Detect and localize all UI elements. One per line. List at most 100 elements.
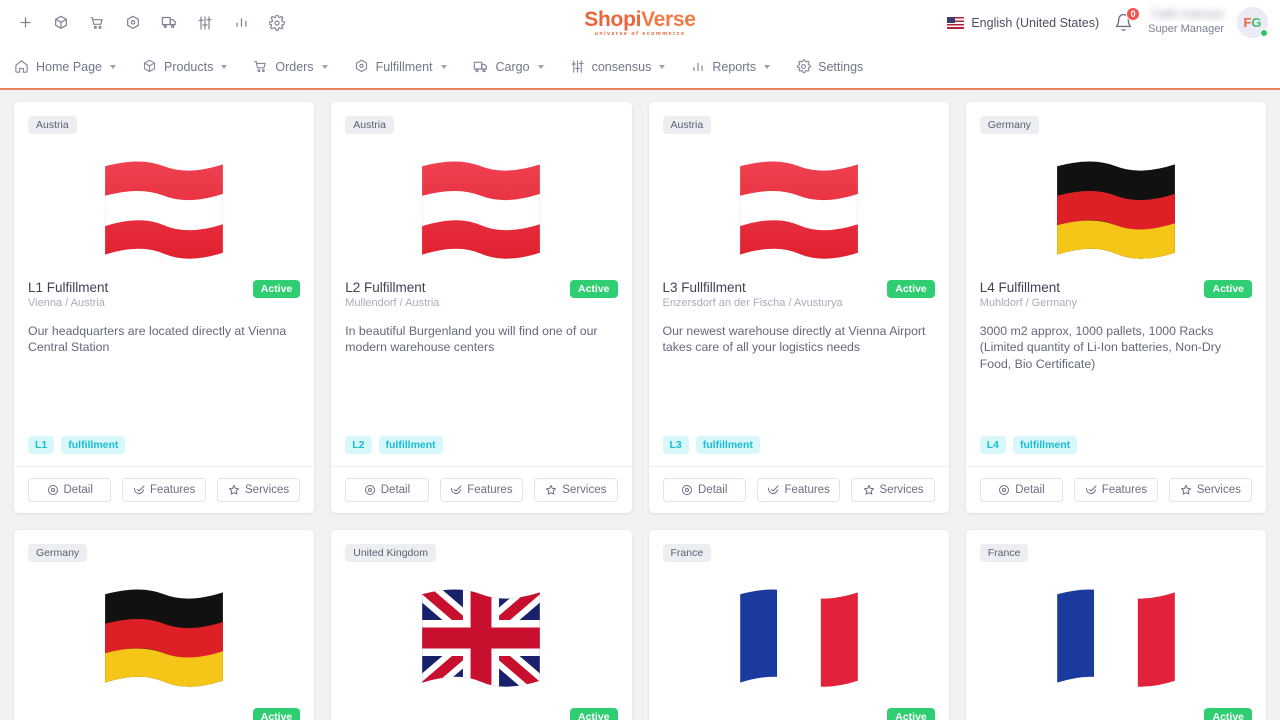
- logo-text-part1: Shopi: [584, 7, 642, 31]
- card-tag[interactable]: fulfillment: [695, 436, 760, 454]
- card-actions: Detail Features Services: [331, 466, 632, 513]
- detail-button[interactable]: Detail: [345, 478, 429, 502]
- card-tag[interactable]: fulfillment: [1013, 436, 1078, 454]
- nav-item-cargo[interactable]: Cargo: [473, 59, 544, 75]
- card-tag[interactable]: L4: [979, 436, 1007, 454]
- features-icon: [133, 484, 145, 496]
- card-header: Austria: [649, 102, 949, 280]
- card-title-row: L3 Fullfillment Enzersdorf an der Fischa …: [663, 280, 935, 309]
- detail-icon: [681, 484, 693, 496]
- logo-text: ShopiVerse: [584, 7, 696, 31]
- features-button[interactable]: Features: [756, 478, 841, 502]
- logo-text-part2: Verse: [641, 7, 696, 31]
- cart-icon[interactable]: [86, 12, 108, 34]
- card-title-row: L2 Fulfillment Mullendorf / Austria Active: [345, 280, 618, 309]
- status-badge: Active: [1204, 708, 1252, 720]
- card-actions: Detail Features Services: [14, 466, 315, 513]
- card-body: L1 Fulfillment Vienna / Austria Active Our …: [14, 280, 314, 466]
- app-logo[interactable]: ShopiVerse universe of ecommerce: [584, 7, 696, 37]
- avatar[interactable]: FG: [1237, 7, 1268, 38]
- nav-item-orders[interactable]: Orders: [253, 59, 328, 74]
- chevron-down-icon: [659, 64, 666, 69]
- package-icon[interactable]: [122, 12, 144, 34]
- nav-item-label: consensus: [591, 59, 652, 74]
- notifications-button[interactable]: 0: [1112, 7, 1141, 34]
- features-button-label: Features: [467, 484, 513, 496]
- card-title-row: L1 Fulfillment Vienna / Austria Active: [28, 280, 301, 309]
- truck-icon: [473, 59, 489, 75]
- card-title: L2 Fulfillment: [345, 280, 426, 295]
- austria-flag: [105, 161, 224, 259]
- gear-icon[interactable]: [266, 12, 288, 34]
- france-flag: [739, 589, 858, 687]
- card-tag[interactable]: fulfillment: [378, 436, 443, 454]
- features-button[interactable]: Features: [439, 478, 524, 502]
- user-menu[interactable]: Fatih Gokmen Super Manager: [1148, 8, 1224, 36]
- uk-flag: [422, 589, 541, 687]
- language-selector[interactable]: English (United States): [947, 16, 1099, 30]
- chevron-down-icon: [440, 64, 447, 69]
- services-icon: [1180, 484, 1192, 496]
- nav-item-fulfillment[interactable]: Fulfillment: [354, 59, 447, 74]
- flag-image: [28, 568, 300, 708]
- nav-item-consensus[interactable]: consensus: [570, 59, 666, 74]
- card-location: Enzersdorf an der Fischa / Avusturya: [662, 297, 843, 309]
- services-button[interactable]: Services: [851, 478, 935, 502]
- features-button[interactable]: Features: [1074, 478, 1158, 502]
- status-badge: Active: [569, 280, 618, 298]
- nav-item-label: Products: [164, 59, 214, 74]
- card-header: Germany: [14, 530, 314, 708]
- card-tag[interactable]: L1: [28, 436, 55, 454]
- chevron-down-icon: [110, 64, 117, 69]
- card-actions: Detail Features Services: [965, 466, 1266, 513]
- nav-item-settings[interactable]: Settings: [796, 59, 863, 74]
- language-label: English (United States): [971, 15, 1100, 30]
- plus-icon[interactable]: [14, 12, 36, 34]
- country-badge: Austria: [28, 116, 77, 134]
- card-header: France: [649, 530, 949, 708]
- detail-button[interactable]: Detail: [28, 478, 112, 502]
- content-area: Austria L1 Fulfillment Vienna / Austria Act…: [0, 90, 1280, 720]
- card-tag[interactable]: L3: [662, 436, 689, 454]
- services-button[interactable]: Services: [534, 478, 618, 502]
- card-body: Active: [14, 708, 314, 720]
- card-tag[interactable]: fulfillment: [61, 436, 126, 454]
- nav-item-label: Fulfillment: [375, 59, 433, 74]
- user-role: Super Manager: [1148, 22, 1224, 35]
- detail-button[interactable]: Detail: [979, 478, 1064, 502]
- truck-icon[interactable]: [158, 12, 180, 34]
- features-button[interactable]: Features: [122, 478, 206, 502]
- card-description: In beautiful Burgenland you will find on…: [345, 324, 598, 355]
- card-tag-list: L2 fulfillment: [345, 436, 617, 466]
- nav-item-reports[interactable]: Reports: [691, 59, 771, 74]
- detail-button[interactable]: Detail: [662, 478, 746, 502]
- box-icon[interactable]: [50, 12, 72, 34]
- main-navigation: Home Page Products Orders Fulfillment Cargo c…: [0, 45, 1280, 90]
- detail-button-label: Detail: [1015, 484, 1045, 496]
- nav-item-home-page[interactable]: Home Page: [14, 59, 117, 74]
- card-title-row: Active: [980, 708, 1252, 720]
- country-badge: United Kingdom: [345, 544, 436, 562]
- services-button[interactable]: Services: [216, 478, 301, 502]
- features-button-label: Features: [784, 484, 830, 496]
- detail-button-label: Detail: [380, 484, 411, 496]
- services-button-label: Services: [245, 484, 290, 496]
- fulfillment-card: Austria L2 Fulfillment Mullendorf / Austri…: [331, 102, 632, 513]
- fulfillment-card: FranceActiveDetailFeaturesServices: [965, 530, 1266, 720]
- status-badge: Active: [569, 708, 618, 720]
- card-header: France: [966, 530, 1266, 708]
- bar-chart-icon[interactable]: [230, 12, 252, 34]
- card-description: Our headquarters are located directly at…: [28, 324, 287, 355]
- fulfillment-card-grid: Austria L1 Fulfillment Vienna / Austria Act…: [14, 102, 1266, 720]
- services-icon: [863, 484, 875, 496]
- services-button[interactable]: Services: [1168, 478, 1253, 502]
- country-badge: France: [979, 544, 1029, 562]
- nav-item-label: Reports: [712, 59, 757, 74]
- detail-button-label: Detail: [63, 484, 93, 496]
- card-body: L4 Fulfillment Muhldorf / Germany Active 30…: [966, 280, 1266, 466]
- online-status-dot: [1260, 29, 1268, 37]
- nav-item-products[interactable]: Products: [142, 59, 228, 74]
- sliders-icon[interactable]: [194, 12, 216, 34]
- card-header: Austria: [14, 102, 314, 280]
- card-tag[interactable]: L2: [345, 436, 372, 454]
